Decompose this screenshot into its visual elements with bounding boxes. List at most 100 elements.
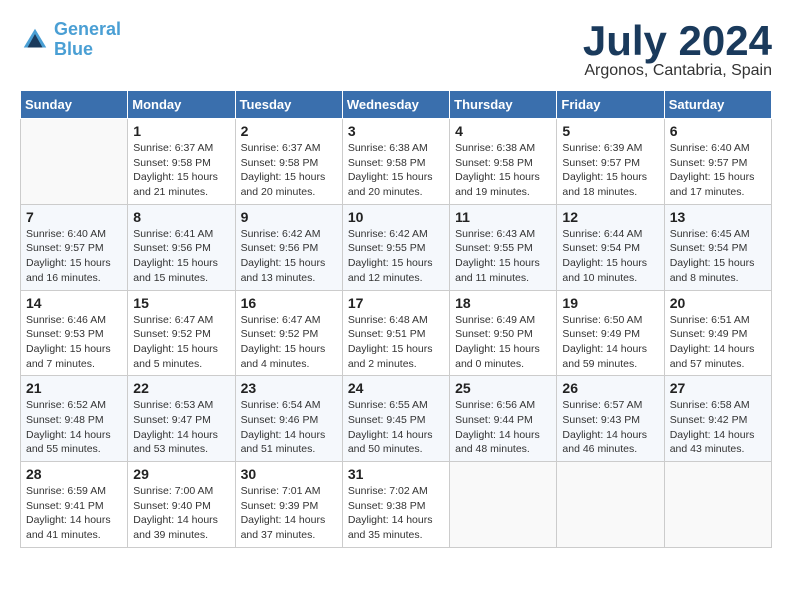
calendar-cell: 29 Sunrise: 7:00 AM Sunset: 9:40 PM Dayli… <box>128 462 235 548</box>
day-info: Sunrise: 6:41 AM Sunset: 9:56 PM Dayligh… <box>133 227 229 286</box>
calendar-week-row: 7 Sunrise: 6:40 AM Sunset: 9:57 PM Daylig… <box>21 204 772 290</box>
weekday-header: Saturday <box>664 91 771 119</box>
day-number: 5 <box>562 123 658 139</box>
calendar-cell <box>664 462 771 548</box>
weekday-header: Tuesday <box>235 91 342 119</box>
day-number: 27 <box>670 380 766 396</box>
day-info: Sunrise: 6:54 AM Sunset: 9:46 PM Dayligh… <box>241 398 337 457</box>
day-number: 14 <box>26 295 122 311</box>
day-number: 2 <box>241 123 337 139</box>
day-number: 21 <box>26 380 122 396</box>
calendar-cell: 27 Sunrise: 6:58 AM Sunset: 9:42 PM Dayli… <box>664 376 771 462</box>
day-info: Sunrise: 7:02 AM Sunset: 9:38 PM Dayligh… <box>348 484 444 543</box>
day-info: Sunrise: 6:37 AM Sunset: 9:58 PM Dayligh… <box>241 141 337 200</box>
day-number: 23 <box>241 380 337 396</box>
calendar-cell: 13Sunrise: 6:45 AM Sunset: 9:54 PM Dayli… <box>664 204 771 290</box>
day-number: 20 <box>670 295 766 311</box>
day-info: Sunrise: 6:59 AM Sunset: 9:41 PM Dayligh… <box>26 484 122 543</box>
day-info: Sunrise: 6:42 AM Sunset: 9:55 PM Dayligh… <box>348 227 444 286</box>
calendar-cell: 24Sunrise: 6:55 AM Sunset: 9:45 PM Dayli… <box>342 376 449 462</box>
calendar-cell <box>557 462 664 548</box>
calendar-week-row: 1 Sunrise: 6:37 AM Sunset: 9:58 PM Daylig… <box>21 119 772 205</box>
day-info: Sunrise: 6:46 AM Sunset: 9:53 PM Dayligh… <box>26 313 122 372</box>
weekday-header: Wednesday <box>342 91 449 119</box>
calendar-cell: 15Sunrise: 6:47 AM Sunset: 9:52 PM Dayli… <box>128 290 235 376</box>
calendar-cell: 28 Sunrise: 6:59 AM Sunset: 9:41 PM Dayli… <box>21 462 128 548</box>
calendar-cell: 8 Sunrise: 6:41 AM Sunset: 9:56 PM Daylig… <box>128 204 235 290</box>
day-number: 19 <box>562 295 658 311</box>
day-number: 22 <box>133 380 229 396</box>
day-info: Sunrise: 6:58 AM Sunset: 9:42 PM Dayligh… <box>670 398 766 457</box>
day-number: 28 <box>26 466 122 482</box>
day-info: Sunrise: 6:49 AM Sunset: 9:50 PM Dayligh… <box>455 313 551 372</box>
day-info: Sunrise: 6:50 AM Sunset: 9:49 PM Dayligh… <box>562 313 658 372</box>
weekday-header-row: SundayMondayTuesdayWednesdayThursdayFrid… <box>21 91 772 119</box>
day-number: 7 <box>26 209 122 225</box>
day-info: Sunrise: 6:42 AM Sunset: 9:56 PM Dayligh… <box>241 227 337 286</box>
calendar-cell: 21 Sunrise: 6:52 AM Sunset: 9:48 PM Dayli… <box>21 376 128 462</box>
calendar-cell: 9 Sunrise: 6:42 AM Sunset: 9:56 PM Daylig… <box>235 204 342 290</box>
calendar-cell: 12 Sunrise: 6:44 AM Sunset: 9:54 PM Dayli… <box>557 204 664 290</box>
day-number: 11 <box>455 209 551 225</box>
calendar-cell: 4 Sunrise: 6:38 AM Sunset: 9:58 PM Daylig… <box>450 119 557 205</box>
logo: General Blue <box>20 20 121 60</box>
day-number: 4 <box>455 123 551 139</box>
calendar-cell: 22Sunrise: 6:53 AM Sunset: 9:47 PM Dayli… <box>128 376 235 462</box>
calendar-cell <box>21 119 128 205</box>
day-info: Sunrise: 6:56 AM Sunset: 9:44 PM Dayligh… <box>455 398 551 457</box>
day-number: 9 <box>241 209 337 225</box>
calendar-cell: 19 Sunrise: 6:50 AM Sunset: 9:49 PM Dayli… <box>557 290 664 376</box>
calendar-cell: 11 Sunrise: 6:43 AM Sunset: 9:55 PM Dayli… <box>450 204 557 290</box>
calendar-week-row: 28 Sunrise: 6:59 AM Sunset: 9:41 PM Dayli… <box>21 462 772 548</box>
calendar-cell: 10 Sunrise: 6:42 AM Sunset: 9:55 PM Dayli… <box>342 204 449 290</box>
logo-text: General Blue <box>54 20 121 60</box>
day-number: 13 <box>670 209 766 225</box>
month-title: July 2024 <box>583 20 772 62</box>
calendar-cell: 17Sunrise: 6:48 AM Sunset: 9:51 PM Dayli… <box>342 290 449 376</box>
day-info: Sunrise: 6:40 AM Sunset: 9:57 PM Dayligh… <box>26 227 122 286</box>
day-info: Sunrise: 6:47 AM Sunset: 9:52 PM Dayligh… <box>241 313 337 372</box>
day-info: Sunrise: 6:52 AM Sunset: 9:48 PM Dayligh… <box>26 398 122 457</box>
day-number: 10 <box>348 209 444 225</box>
day-number: 18 <box>455 295 551 311</box>
calendar-cell: 14 Sunrise: 6:46 AM Sunset: 9:53 PM Dayli… <box>21 290 128 376</box>
day-number: 24 <box>348 380 444 396</box>
weekday-header: Sunday <box>21 91 128 119</box>
calendar-cell: 16 Sunrise: 6:47 AM Sunset: 9:52 PM Dayli… <box>235 290 342 376</box>
calendar-cell: 7 Sunrise: 6:40 AM Sunset: 9:57 PM Daylig… <box>21 204 128 290</box>
calendar: SundayMondayTuesdayWednesdayThursdayFrid… <box>20 90 772 548</box>
day-info: Sunrise: 6:57 AM Sunset: 9:43 PM Dayligh… <box>562 398 658 457</box>
day-number: 1 <box>133 123 229 139</box>
day-number: 8 <box>133 209 229 225</box>
calendar-cell: 26Sunrise: 6:57 AM Sunset: 9:43 PM Dayli… <box>557 376 664 462</box>
day-info: Sunrise: 6:51 AM Sunset: 9:49 PM Dayligh… <box>670 313 766 372</box>
calendar-week-row: 14 Sunrise: 6:46 AM Sunset: 9:53 PM Dayli… <box>21 290 772 376</box>
day-number: 29 <box>133 466 229 482</box>
calendar-cell: 3 Sunrise: 6:38 AM Sunset: 9:58 PM Daylig… <box>342 119 449 205</box>
day-number: 3 <box>348 123 444 139</box>
day-info: Sunrise: 6:48 AM Sunset: 9:51 PM Dayligh… <box>348 313 444 372</box>
day-number: 12 <box>562 209 658 225</box>
day-info: Sunrise: 7:01 AM Sunset: 9:39 PM Dayligh… <box>241 484 337 543</box>
day-info: Sunrise: 6:38 AM Sunset: 9:58 PM Dayligh… <box>348 141 444 200</box>
day-number: 16 <box>241 295 337 311</box>
day-info: Sunrise: 6:44 AM Sunset: 9:54 PM Dayligh… <box>562 227 658 286</box>
calendar-cell: 20 Sunrise: 6:51 AM Sunset: 9:49 PM Dayli… <box>664 290 771 376</box>
day-info: Sunrise: 6:43 AM Sunset: 9:55 PM Dayligh… <box>455 227 551 286</box>
calendar-cell <box>450 462 557 548</box>
day-number: 30 <box>241 466 337 482</box>
title-area: July 2024 Argonos, Cantabria, Spain <box>583 20 772 80</box>
day-info: Sunrise: 6:38 AM Sunset: 9:58 PM Dayligh… <box>455 141 551 200</box>
calendar-week-row: 21 Sunrise: 6:52 AM Sunset: 9:48 PM Dayli… <box>21 376 772 462</box>
day-number: 31 <box>348 466 444 482</box>
weekday-header: Thursday <box>450 91 557 119</box>
day-number: 15 <box>133 295 229 311</box>
day-number: 25 <box>455 380 551 396</box>
day-info: Sunrise: 6:40 AM Sunset: 9:57 PM Dayligh… <box>670 141 766 200</box>
calendar-cell: 2 Sunrise: 6:37 AM Sunset: 9:58 PM Daylig… <box>235 119 342 205</box>
day-info: Sunrise: 7:00 AM Sunset: 9:40 PM Dayligh… <box>133 484 229 543</box>
calendar-cell: 31 Sunrise: 7:02 AM Sunset: 9:38 PM Dayli… <box>342 462 449 548</box>
subtitle: Argonos, Cantabria, Spain <box>583 62 772 80</box>
logo-icon <box>20 25 50 55</box>
day-info: Sunrise: 6:39 AM Sunset: 9:57 PM Dayligh… <box>562 141 658 200</box>
